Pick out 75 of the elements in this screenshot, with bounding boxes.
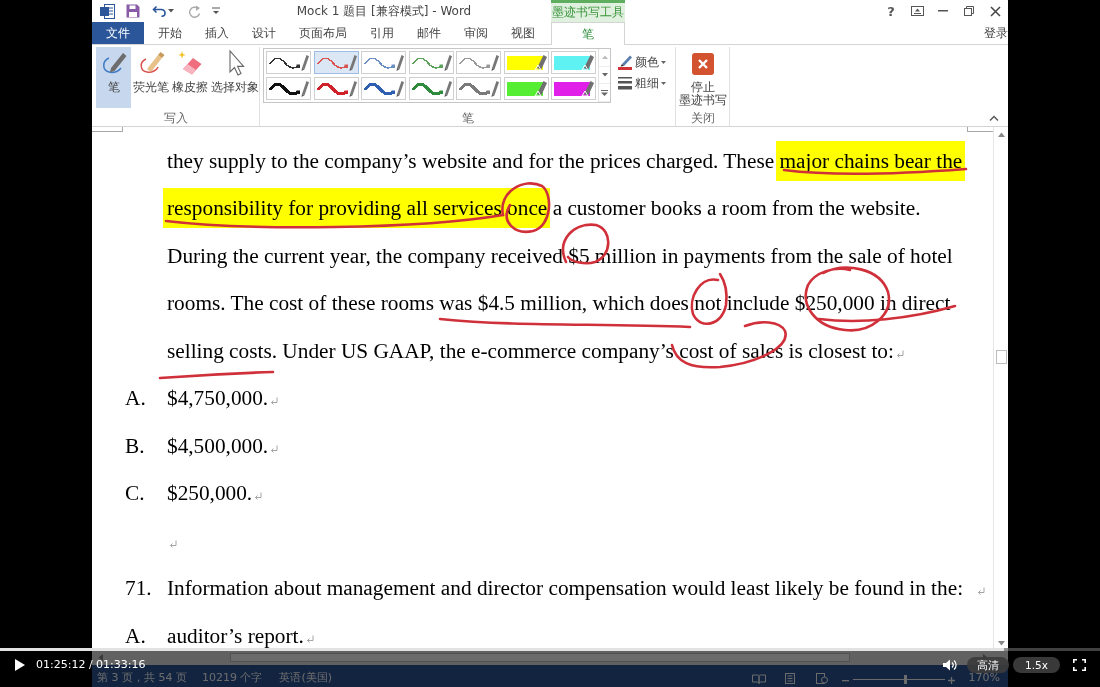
volume-icon[interactable] [943, 659, 958, 671]
answer-option-text: auditor’s report. [167, 623, 304, 648]
caret-icon[interactable] [168, 9, 174, 13]
list-marker: 71. [125, 575, 153, 602]
caret-icon [661, 81, 666, 85]
play-icon[interactable] [15, 659, 25, 671]
undo-icon[interactable] [152, 5, 166, 17]
word-app-icon [100, 3, 115, 19]
pen-nib-icon [395, 80, 404, 97]
pen-nib-icon [490, 54, 499, 71]
group-label: 笔 [461, 110, 474, 126]
pen-nib-icon [347, 54, 357, 71]
pen-nib-icon [442, 80, 452, 97]
list-marker: A. [125, 622, 147, 650]
file-tab[interactable]: 文件 [92, 22, 144, 44]
brush-icon [617, 54, 633, 70]
zoom-out-icon[interactable] [841, 677, 849, 684]
tool-button[interactable]: 橡皮擦 [171, 47, 209, 108]
ribbon-tab[interactable]: 笔 [551, 22, 625, 45]
scroll-down-icon[interactable] [601, 73, 608, 77]
customize-icon[interactable] [212, 7, 220, 15]
list-marker: A. [125, 385, 147, 412]
answer-option-text: $250,000. [167, 481, 253, 505]
scrollbar-thumb[interactable] [995, 350, 1007, 364]
stop-inking-button[interactable]: 停止 墨迹书写 [678, 47, 727, 107]
pen-nib-icon [347, 80, 357, 97]
minimize-icon[interactable] [938, 10, 948, 12]
color-dropdown[interactable]: 颜色 [615, 53, 668, 71]
speed-button[interactable]: 1.5x [1013, 657, 1060, 673]
window-title: Mock 1 题目 [兼容模式] - Word [296, 2, 472, 20]
pen-style-button[interactable] [361, 77, 406, 100]
page-corner-mark [967, 127, 993, 132]
answer-option-text: $4,750,000. [167, 386, 269, 410]
tool-button[interactable]: 荧光笔 [133, 47, 170, 108]
pen-nib-icon [300, 54, 309, 71]
tool-button[interactable]: 选择对象 [210, 47, 259, 108]
pen-nib-icon [300, 80, 309, 97]
tab-group-label: 墨迹书写工具 [551, 0, 625, 22]
page-corner-mark [92, 127, 123, 132]
scroll-down-icon[interactable] [997, 641, 1005, 646]
close-square-icon [691, 53, 714, 75]
scrollbar-thumb[interactable] [230, 653, 850, 662]
pen-style-button[interactable] [266, 77, 311, 100]
help-button[interactable]: ? [878, 0, 904, 22]
slider-thumb[interactable] [904, 675, 908, 684]
pen-style-button[interactable] [266, 51, 311, 74]
pen-nib-icon [490, 80, 499, 97]
playback-time: 01:25:12 / 01:33:16 [36, 659, 146, 671]
gallery-more-icon[interactable] [601, 89, 608, 96]
group-label: 写入 [163, 110, 188, 126]
caret-icon [661, 60, 666, 64]
scroll-up-icon[interactable] [997, 132, 1005, 137]
group-label: 关闭 [690, 110, 715, 126]
list-marker: B. [125, 432, 146, 460]
line-weight-icon [617, 75, 633, 91]
scroll-left-icon[interactable] [98, 654, 103, 661]
tool-button[interactable]: 笔 [96, 47, 131, 108]
restore-icon[interactable] [964, 6, 974, 16]
thickness-dropdown[interactable]: 粗细 [615, 74, 668, 92]
save-icon[interactable] [126, 4, 140, 18]
web-page-icon[interactable] [815, 673, 828, 684]
quality-button[interactable]: 高清 [967, 657, 1010, 673]
ribbon-display-options-icon[interactable] [910, 6, 924, 16]
pen-nib-icon [395, 54, 404, 71]
pen-nib-icon [442, 54, 452, 71]
list-marker: C. [125, 480, 146, 507]
book-icon[interactable] [751, 674, 766, 684]
zoom-in-icon[interactable] [947, 677, 955, 684]
fullscreen-icon[interactable] [1073, 659, 1086, 671]
sign-in-link[interactable]: 登录 [984, 24, 1008, 42]
page-icon[interactable] [784, 673, 795, 684]
collapse-ribbon-icon[interactable] [989, 115, 999, 121]
answer-option-text: $4,500,000. [167, 433, 269, 458]
close-icon[interactable] [989, 5, 1001, 17]
question-text: Information about management and director compensation would least likely be found in the: [167, 576, 964, 600]
